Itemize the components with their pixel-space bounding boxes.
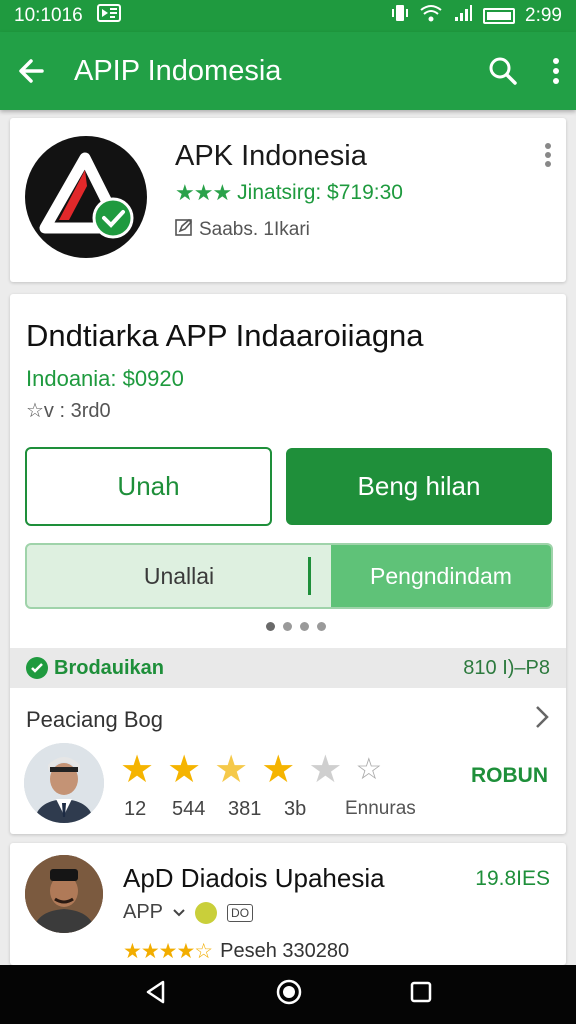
- developer-size: 19.8IES: [475, 867, 550, 890]
- android-badge-icon: [195, 901, 218, 924]
- developer-tags: APP DO: [123, 901, 254, 924]
- developer-tag: APP: [123, 901, 164, 923]
- pager-dots: [266, 622, 326, 631]
- status-bar: 10:1016 2:99: [0, 0, 576, 32]
- developer-rating: ★★★★☆ Peseh 330280: [123, 939, 349, 964]
- header-rating-text: Jinatsirg: $719:30: [237, 181, 403, 204]
- search-icon[interactable]: [488, 56, 518, 86]
- rating-stars[interactable]: ★ ★ ★ ★ ★ ☆: [120, 750, 382, 790]
- home-circle-icon[interactable]: [275, 978, 303, 1011]
- detail-title: Dndtiarka APP Indaaroiiagna: [26, 318, 424, 353]
- chevron-right-icon[interactable]: [534, 704, 550, 736]
- status-time: 10:1016: [14, 5, 83, 26]
- card-more-icon[interactable]: [544, 142, 552, 173]
- developer-rating-text: Peseh 330280: [220, 940, 350, 962]
- header-sub: Saabs. 1Ikari: [175, 218, 310, 242]
- chevron-down-icon[interactable]: [173, 901, 185, 924]
- pager-dot: [300, 622, 309, 631]
- pager-dot: [283, 622, 292, 631]
- header-stars: ★★★: [175, 180, 232, 205]
- notification-icon: [96, 3, 123, 29]
- app-bar: APIP Indomesia: [0, 32, 576, 110]
- app-header-card[interactable]: APK Indonesia ★★★ Jinatsirg: $719:30 Saa…: [10, 118, 566, 282]
- app-name: APK Indonesia: [175, 140, 367, 172]
- edit-icon: [175, 218, 193, 242]
- open-button[interactable]: Beng hilan: [286, 448, 552, 525]
- reviewer-avatar[interactable]: [24, 743, 104, 823]
- detail-meta: ☆v : 3rd0: [26, 400, 111, 422]
- signal-icon: [453, 3, 473, 29]
- star-empty-icon[interactable]: ★: [308, 750, 342, 790]
- vibrate-icon: [391, 3, 409, 29]
- recents-square-icon[interactable]: [409, 980, 433, 1009]
- developer-avatar: [25, 855, 103, 933]
- developer-name: ApD Diadois Upahesia: [123, 863, 385, 893]
- rating-counts: 12 544 381 3b: [124, 798, 324, 821]
- segmented-toggle[interactable]: Unallai Pengndindam: [25, 543, 553, 609]
- back-triangle-icon[interactable]: [143, 979, 169, 1010]
- back-arrow-icon[interactable]: [16, 56, 46, 86]
- rating-extra: Ennuras: [345, 798, 416, 819]
- badge-box: DO: [227, 903, 254, 922]
- star-filled-icon[interactable]: ★: [261, 750, 295, 790]
- system-nav-bar: [0, 965, 576, 1024]
- review-label: Peaciang Bog: [26, 707, 163, 732]
- more-vert-icon[interactable]: [552, 57, 560, 85]
- rating-count: 3b: [284, 798, 307, 820]
- battery-icon: [483, 8, 516, 24]
- pager-dot: [266, 622, 275, 631]
- status-clock: 2:99: [525, 5, 562, 26]
- detail-price: Indoania: $0920: [26, 366, 184, 391]
- app-logo: [25, 136, 147, 258]
- rating-count: 381: [228, 798, 262, 820]
- pager-dot: [317, 622, 326, 631]
- section-label: Brodauikan: [54, 656, 165, 679]
- section-band: Brodauikan 810 I)–P8: [10, 648, 566, 688]
- toggle-right[interactable]: Pengndindam: [331, 545, 551, 607]
- rating-action[interactable]: ROBUN: [471, 764, 548, 788]
- wifi-icon: [419, 3, 443, 29]
- app-bar-title: APIP Indomesia: [74, 54, 282, 87]
- star-filled-icon[interactable]: ★: [167, 750, 201, 790]
- review-row[interactable]: Peaciang Bog: [26, 704, 550, 736]
- developer-stars: ★★★★☆: [123, 940, 213, 963]
- uninstall-button[interactable]: Unah: [25, 447, 272, 526]
- check-circle-icon: [26, 657, 48, 679]
- header-rating: ★★★ Jinatsirg: $719:30: [175, 180, 403, 206]
- section-count: 810 I)–P8: [463, 656, 550, 679]
- star-half-icon[interactable]: ★: [214, 750, 248, 790]
- app-detail-card: Dndtiarka APP Indaaroiiagna Indoania: $0…: [10, 294, 566, 834]
- header-sub-text: Saabs. 1Ikari: [199, 219, 310, 240]
- rating-count: 544: [172, 798, 206, 820]
- status-icons: 2:99: [391, 3, 562, 29]
- star-outline-icon[interactable]: ☆: [355, 750, 382, 790]
- toggle-left[interactable]: Unallai: [27, 545, 331, 607]
- developer-card[interactable]: ApD Diadois Upahesia 19.8IES APP DO ★★★★…: [10, 843, 566, 965]
- star-filled-icon[interactable]: ★: [120, 750, 154, 790]
- rating-count: 12: [124, 798, 147, 820]
